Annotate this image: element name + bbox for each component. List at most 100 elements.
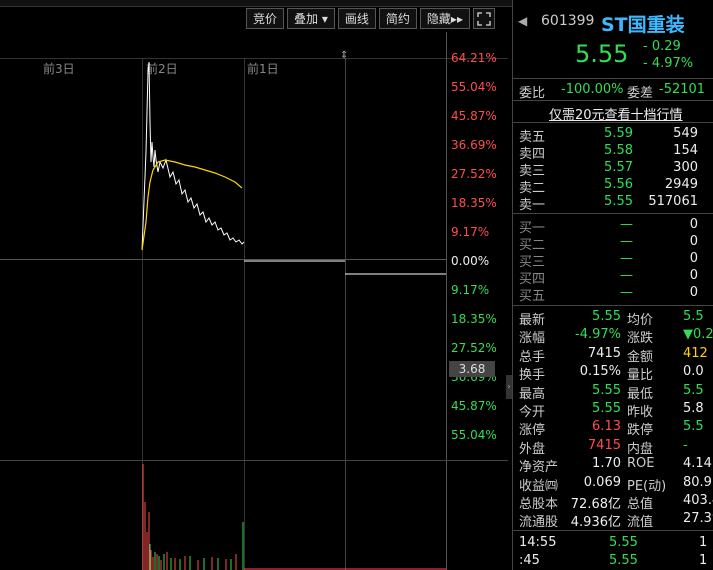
stat-label: 总股本 [519,497,559,512]
stat-label: 总值 [627,497,654,512]
sell-level-price: 5.58 [604,143,633,158]
stat-label: 昨收 [627,405,654,420]
sell-level-price: 5.56 [604,177,633,192]
weicha-value: -52101 [659,82,706,97]
weicha-label: 委差 [627,86,654,101]
buy-level-label: 买五 [519,289,546,304]
stat-value: 412 [683,345,708,361]
double-chevron-right-icon: ▸▸ [450,11,463,26]
sell-level-price: 5.59 [604,126,633,141]
sell-level-volume: 2949 [664,177,698,192]
triangle-left-icon[interactable]: ◀ [518,14,527,28]
stat-value: - [683,437,688,453]
stat-label: 流值 [627,515,654,531]
buy-level-price: — [620,285,633,300]
cursor-value-tag: 3.68 [449,361,495,377]
tick-time: 14:55 [519,535,557,550]
stat-value: 4.936亿 [570,515,621,531]
stat-value: 403.4 [683,493,713,508]
stat-value: ▼0.2 [683,327,713,343]
weibi-label: 委比 [519,86,546,101]
sell-level-price: 5.57 [604,160,633,175]
stat-value: 27.39 [683,511,713,527]
stat-label: 最新 [519,313,546,328]
buy-level-volume: 0 [689,268,698,283]
stock-name: ST国重装 [601,14,685,36]
stat-value: 0.0 [683,364,704,380]
overlay-button[interactable]: 叠加 ▾ [287,8,335,29]
stat-label: 最高 [519,386,546,402]
auction-button[interactable]: 竞价 [246,8,285,29]
ten-level-promo-link[interactable]: 仅需20元查看十档行情 [549,104,683,123]
pct-label: 18.35% [451,312,497,326]
chevron-down-icon: ▾ [318,11,328,26]
stat-value: 1.70 [592,456,621,472]
stat-label: 金额 [627,349,654,365]
stat-value: 7415 [587,437,621,453]
sell-level-volume: 300 [673,160,698,175]
hide-label: 隐藏 [426,12,451,26]
stat-value: 0.15% [579,364,621,380]
price-change: - 0.29 [643,39,681,54]
stat-value: 5.55 [592,401,621,416]
tick-price: 5.55 [609,553,638,568]
sell-level-volume: 154 [673,143,698,158]
stat-label: 最低 [627,386,654,402]
stat-label: 涨幅 [519,331,546,347]
stat-value: 5.5 [683,309,704,324]
buy-level-price: — [620,234,633,249]
expand-icon[interactable] [472,8,495,29]
buy-level-volume: 0 [689,251,698,266]
pct-label: 55.04% [451,428,497,442]
overlay-label: 叠加 [294,12,319,26]
stat-label: 涨跌 [627,331,654,347]
stat-label: ROE [627,456,655,472]
pct-label: 45.87% [451,399,497,413]
pct-label: 27.52% [451,341,497,355]
stat-value: 6.13 [592,419,621,435]
weibi-value: -100.00% [561,82,624,97]
stat-label: 总手 [519,349,546,365]
pct-label: 45.87% [451,109,497,123]
stat-label: PE(动) [627,478,667,494]
stat-value: 5.8 [683,401,704,416]
simple-button[interactable]: 简约 [378,8,417,29]
stat-label: 量比 [627,368,654,384]
draw-line-button[interactable]: 画线 [337,8,376,29]
price-change-pct: - 4.97% [643,56,694,71]
buy-level-volume: 0 [689,234,698,249]
stat-label: 内盘 [627,441,654,457]
stat-value: 72.68亿 [570,497,621,512]
stat-value: 80.9 [683,474,712,490]
tick-volume: 1 [699,553,708,568]
quote-panel: ◀ 601399 ST国重装 5.55 - 0.29 - 4.97% 委比 -1… [512,0,713,570]
price-line-chart [141,61,446,570]
stock-code: 601399 [541,13,595,29]
pct-label: 64.21% [451,51,497,65]
hide-button[interactable]: 隐藏 ▸▸ [419,8,470,29]
pct-label: 36.69% [451,138,497,152]
last-price: 5.55 [575,40,629,68]
sell-level-price: 5.55 [604,194,633,209]
buy-level-volume: 0 [689,285,698,300]
pct-label: 18.35% [451,196,497,210]
stat-label: 收益㈣ [519,478,559,494]
stat-value: 0.069 [583,474,621,490]
stat-label: 今开 [519,405,546,420]
sell-level-volume: 549 [673,126,698,141]
tick-volume: 1 [699,535,708,550]
pct-label: 55.04% [451,80,497,94]
stat-value: 4.14 [683,456,712,472]
buy-level-price: — [620,251,633,266]
stat-value: 7415 [587,345,621,361]
stat-value: 5.5 [683,382,704,398]
stat-label: 外盘 [519,441,546,457]
buy-level-volume: 0 [689,217,698,232]
stat-label: 涨停 [519,423,546,439]
stat-label: 净资产 [519,460,559,476]
tick-time: :45 [519,553,540,568]
sell-level-volume: 517061 [648,194,698,209]
intraday-chart[interactable]: 前3日 前2日 前1日 ⇕ 64.21% 55.04% 45.87% 36.69… [0,32,508,570]
stat-label: 换手 [519,368,546,384]
buy-level-price: — [620,217,633,232]
